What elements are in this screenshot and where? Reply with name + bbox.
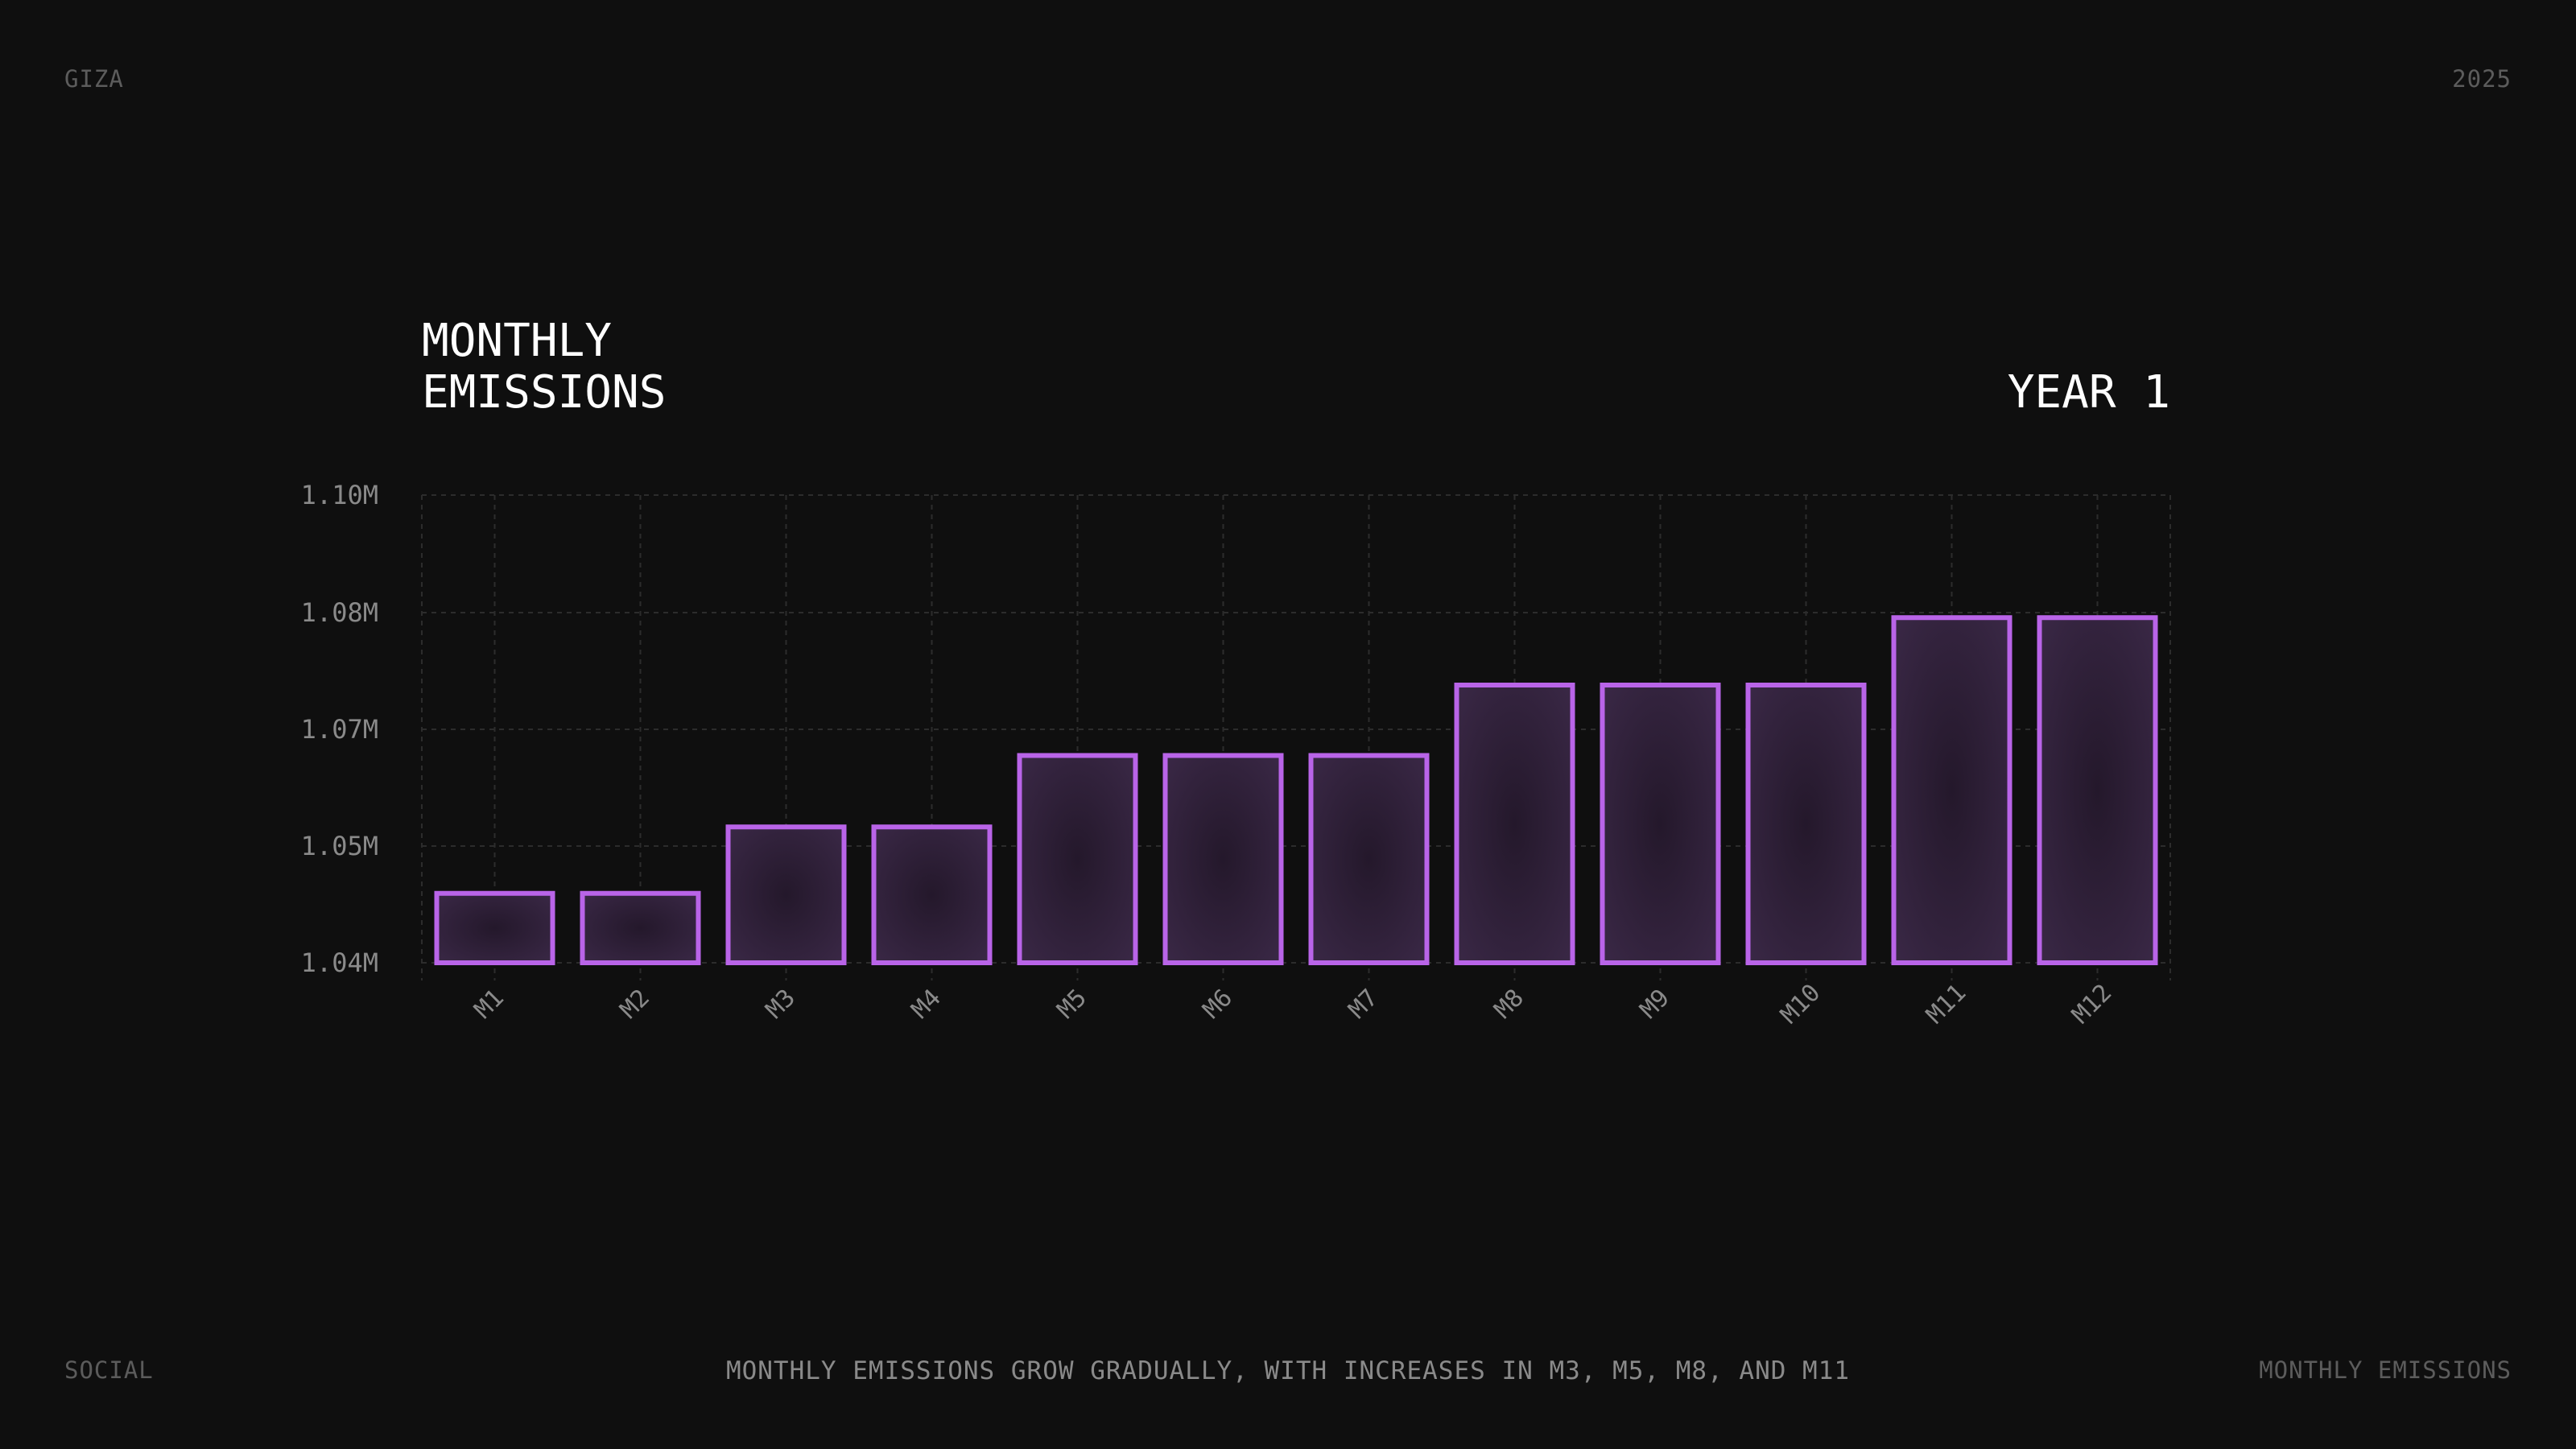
chart-caption: MONTHLY EMISSIONS GROW GRADUALLY, WITH I… bbox=[725, 1356, 1851, 1385]
bar-m7 bbox=[1308, 753, 1430, 965]
x-tick-label: M12 bbox=[2066, 979, 2117, 1030]
x-tick-label: M11 bbox=[1921, 979, 1971, 1030]
bar-m4 bbox=[871, 824, 993, 965]
x-axis-ticks: M1 M2 M3 M4 M5 M6 M7 M8 M9 M10 M11 M12 bbox=[469, 979, 2118, 1030]
x-tick-label: M10 bbox=[1775, 979, 1826, 1030]
bar-m1 bbox=[434, 890, 555, 965]
y-tick-label: 1.05M bbox=[301, 831, 378, 861]
bar-m6 bbox=[1162, 753, 1284, 965]
bar-chart: 1.04M 1.05M 1.07M 1.08M 1.10M M1 M2 M3 M4 M5 M6 M7… bbox=[301, 480, 2171, 1030]
x-tick-label: M4 bbox=[906, 984, 947, 1024]
y-tick-label: 1.07M bbox=[301, 714, 378, 745]
x-tick-label: M6 bbox=[1198, 984, 1238, 1024]
y-tick-label: 1.08M bbox=[301, 597, 378, 628]
bar-m5 bbox=[1017, 753, 1138, 965]
bar-m2 bbox=[580, 890, 701, 965]
bar-m3 bbox=[725, 824, 847, 965]
bar-m10 bbox=[1745, 683, 1867, 965]
x-tick-label: M9 bbox=[1635, 984, 1675, 1024]
y-tick-label: 1.04M bbox=[301, 947, 378, 978]
footer-right-label: MONTHLY EMISSIONS bbox=[2259, 1356, 2512, 1384]
chart-bars bbox=[434, 615, 2158, 965]
x-tick-label: M5 bbox=[1052, 984, 1092, 1024]
x-tick-label: M7 bbox=[1344, 984, 1384, 1024]
y-tick-label: 1.10M bbox=[301, 480, 378, 510]
x-tick-label: M1 bbox=[469, 984, 510, 1024]
x-tick-label: M3 bbox=[761, 984, 801, 1024]
bar-m11 bbox=[1891, 615, 2013, 965]
y-axis-ticks: 1.04M 1.05M 1.07M 1.08M 1.10M bbox=[301, 480, 378, 978]
bar-m8 bbox=[1454, 683, 1575, 965]
bar-m9 bbox=[1600, 683, 1721, 965]
bar-m12 bbox=[2037, 615, 2158, 965]
x-tick-label: M8 bbox=[1489, 984, 1530, 1024]
x-tick-label: M2 bbox=[615, 984, 655, 1024]
